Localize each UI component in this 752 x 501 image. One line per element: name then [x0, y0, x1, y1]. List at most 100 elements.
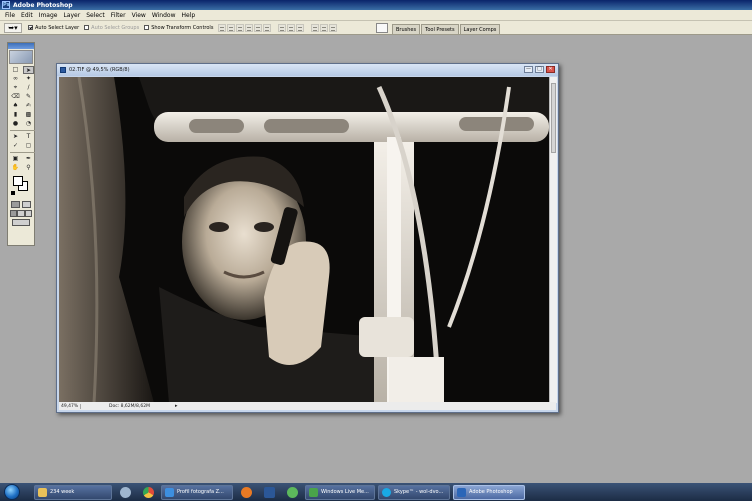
- show-transform-controls-checkbox[interactable]: Show Transform Controls: [144, 25, 213, 31]
- align-right-icon[interactable]: [263, 23, 272, 32]
- notes-tool-icon[interactable]: ▣: [10, 155, 21, 163]
- standard-mode-button[interactable]: [11, 201, 20, 208]
- status-menu-arrow-icon[interactable]: ▸: [175, 403, 178, 409]
- default-colors-icon[interactable]: [11, 191, 15, 195]
- clone-stamp-tool-icon[interactable]: ♠: [10, 102, 21, 110]
- taskbar-firefox[interactable]: [236, 485, 256, 500]
- photoshop-logo-icon: Ps: [2, 1, 10, 9]
- vertical-scroll-thumb[interactable]: [551, 83, 556, 153]
- word-icon: [263, 486, 275, 498]
- taskbar-label: Windows Live Me...: [321, 489, 369, 495]
- distribute-left-icon[interactable]: [311, 23, 320, 32]
- image-canvas[interactable]: [59, 77, 549, 403]
- history-brush-tool-icon[interactable]: ✍: [23, 102, 34, 110]
- distribute-top-icon[interactable]: [278, 23, 287, 32]
- document-titlebar[interactable]: 02.TIF @ 49,5% (RGB/8) — □ ✕: [57, 64, 558, 76]
- quick-mask-mode-button[interactable]: [22, 201, 31, 208]
- menu-window[interactable]: Window: [149, 10, 179, 21]
- menu-help[interactable]: Help: [179, 10, 199, 21]
- document-window: 02.TIF @ 49,5% (RGB/8) — □ ✕ 49,47% Doc:…: [56, 63, 559, 413]
- minimize-button[interactable]: —: [524, 66, 533, 73]
- vertical-scrollbar[interactable]: [549, 77, 557, 403]
- distribute-bottom-icon[interactable]: [296, 23, 305, 32]
- imageready-button[interactable]: [12, 219, 30, 226]
- pen-tool-icon[interactable]: ✓: [10, 142, 21, 150]
- toolbox-titlebar[interactable]: [8, 43, 34, 49]
- auto-select-layer-label: Auto Select Layer: [35, 24, 80, 31]
- toolbox-divider: [10, 130, 35, 131]
- auto-select-groups-label: Auto Select Groups: [91, 24, 140, 31]
- gradient-tool-icon[interactable]: ▩: [23, 111, 34, 119]
- distribute-vcenter-icon[interactable]: [287, 23, 296, 32]
- auto-select-layer-checkbox[interactable]: Auto Select Layer: [28, 25, 79, 31]
- lasso-tool-icon[interactable]: ∞: [10, 75, 21, 83]
- menu-file[interactable]: File: [2, 10, 18, 21]
- distribute-right-icon[interactable]: [329, 23, 338, 32]
- photo-image: [59, 77, 549, 403]
- menu-filter[interactable]: Filter: [108, 10, 129, 21]
- document-statusbar: 49,47% Doc: 8,62M/8,62M ▸: [59, 402, 556, 410]
- menu-select[interactable]: Select: [83, 10, 108, 21]
- blur-tool-icon[interactable]: ●: [10, 120, 21, 128]
- menu-view[interactable]: View: [129, 10, 149, 21]
- taskbar-ie-profil[interactable]: Profil fotografa Z...: [161, 484, 233, 500]
- maximize-button[interactable]: □: [535, 66, 544, 73]
- taskbar-label: 234 week: [50, 489, 75, 495]
- menu-image[interactable]: Image: [36, 10, 61, 21]
- align-buttons: [218, 23, 272, 32]
- auto-select-groups-checkbox[interactable]: Auto Select Groups: [84, 25, 139, 31]
- type-tool-icon[interactable]: T: [23, 133, 34, 141]
- healing-brush-tool-icon[interactable]: ⌫: [10, 93, 21, 101]
- crop-tool-icon[interactable]: ⌖: [10, 84, 21, 92]
- photoshop-icon: [457, 487, 466, 497]
- taskbar-skype[interactable]: Skype™ - wol-dvo...: [378, 484, 450, 500]
- move-tool-preset-icon[interactable]: ➥▾: [4, 22, 22, 33]
- standard-screen-mode-button[interactable]: [10, 210, 18, 217]
- quick-mask-modes: [8, 200, 34, 209]
- jump-to-imageready: [8, 218, 34, 227]
- marquee-tool-icon[interactable]: □: [10, 66, 21, 74]
- zoom-tool-icon[interactable]: ⚲: [23, 164, 34, 172]
- tab-tool-presets[interactable]: Tool Presets: [421, 24, 459, 34]
- start-button[interactable]: [4, 484, 20, 500]
- align-top-icon[interactable]: [218, 23, 227, 32]
- magic-wand-tool-icon[interactable]: ✦: [23, 75, 34, 83]
- taskbar-word[interactable]: [259, 485, 279, 500]
- align-hcenter-icon[interactable]: [254, 23, 263, 32]
- menu-bar: File Edit Image Layer Select Filter View…: [0, 10, 752, 21]
- taskbar-windows-live-messenger[interactable]: Windows Live Me...: [305, 484, 375, 500]
- brush-tool-icon[interactable]: ✎: [23, 93, 34, 101]
- slice-tool-icon[interactable]: ∕: [23, 84, 34, 92]
- eyedropper-tool-icon[interactable]: ✒: [23, 155, 34, 163]
- distribute-hcenter-icon[interactable]: [320, 23, 329, 32]
- palette-well: Brushes Tool Presets Layer Comps: [392, 24, 501, 35]
- dodge-tool-icon[interactable]: ◔: [23, 120, 34, 128]
- tab-layer-comps[interactable]: Layer Comps: [459, 24, 501, 34]
- align-vcenter-icon[interactable]: [227, 23, 236, 32]
- foreground-color-swatch[interactable]: [13, 176, 23, 186]
- path-selection-tool-icon[interactable]: ➤: [10, 133, 21, 141]
- palette-well-icon[interactable]: [376, 23, 388, 33]
- taskbar-explorer-234-week[interactable]: 234 week: [34, 484, 112, 500]
- tab-brushes[interactable]: Brushes: [392, 24, 421, 34]
- hand-tool-icon[interactable]: ✋: [10, 164, 21, 172]
- menu-edit[interactable]: Edit: [18, 10, 36, 21]
- document-size: Doc: 8,62M/8,62M: [109, 403, 150, 409]
- close-button[interactable]: ✕: [546, 66, 555, 73]
- toolbox-logo[interactable]: [9, 50, 33, 64]
- full-screen-menu-mode-button[interactable]: [17, 210, 25, 217]
- move-tool-icon[interactable]: ➤: [23, 66, 34, 74]
- align-bottom-icon[interactable]: [236, 23, 245, 32]
- eraser-tool-icon[interactable]: ▮: [10, 111, 21, 119]
- taskbar-chrome[interactable]: [138, 485, 158, 500]
- zoom-level[interactable]: 49,47%: [59, 403, 81, 409]
- full-screen-mode-button[interactable]: [24, 210, 32, 217]
- taskbar-media[interactable]: [282, 485, 302, 500]
- align-left-icon[interactable]: [245, 23, 254, 32]
- taskbar-settings[interactable]: [115, 485, 135, 500]
- distribute-buttons-2: [311, 23, 338, 32]
- shape-tool-icon[interactable]: ▢: [23, 142, 34, 150]
- menu-layer[interactable]: Layer: [60, 10, 83, 21]
- chrome-icon: [142, 486, 154, 498]
- taskbar-adobe-photoshop[interactable]: Adobe Photoshop: [453, 484, 525, 500]
